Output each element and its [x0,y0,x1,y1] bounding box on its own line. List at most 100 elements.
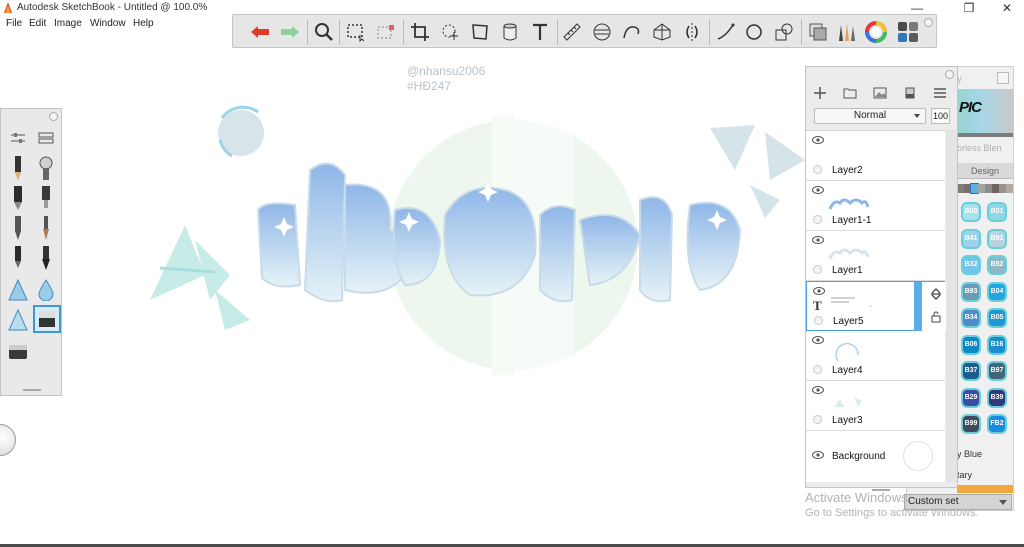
visibility-eye-icon[interactable] [812,451,824,459]
visibility-eye-icon[interactable] [812,186,824,194]
strip-swatch[interactable] [999,184,1006,193]
crop-icon[interactable] [407,20,433,44]
color-chip-fb2[interactable]: FB2 [987,414,1007,434]
tab-design[interactable]: Design [957,163,1013,179]
brush-properties-icon[interactable] [5,125,31,151]
visibility-eye-icon[interactable] [812,386,824,394]
fill-icon[interactable] [497,20,523,44]
tool-palette-grip[interactable] [23,389,41,391]
layer-move-icon[interactable] [930,288,942,300]
layer-row-layer5[interactable]: T Layer5 [806,281,946,331]
strip-swatch[interactable] [1006,184,1013,193]
ruler-icon[interactable] [559,20,585,44]
color-chip-b29[interactable]: B29 [961,387,981,408]
transform-icon[interactable] [437,20,463,44]
add-image-icon[interactable] [872,85,888,101]
stroke-icon[interactable] [713,20,739,44]
copic-close-button[interactable] [997,72,1009,84]
circle-icon[interactable] [741,20,767,44]
hard-eraser-icon[interactable] [5,339,31,365]
visibility-eye-icon[interactable] [813,287,825,295]
add-group-icon[interactable] [842,85,858,101]
pen-brush-icon[interactable] [5,215,31,241]
menu-file[interactable]: File [6,18,22,29]
color-chip-b34[interactable]: B34 [961,308,981,328]
layer-lock-icon[interactable] [813,365,822,374]
blur-drop-icon[interactable] [33,277,59,303]
color-chip-b93[interactable]: B93 [961,281,981,302]
layer-lock-icon[interactable] [813,265,822,274]
symmetry-icon[interactable] [679,20,705,44]
pencil-brush-icon[interactable] [5,155,31,181]
select-icon[interactable] [343,20,369,44]
color-wheel-icon[interactable] [863,20,889,44]
layer-row-layer3[interactable]: Layer3 [806,381,945,431]
copic-library-icon[interactable] [805,20,831,44]
airbrush-icon[interactable] [33,155,59,181]
triangle-brush-icon[interactable] [5,277,31,303]
clear-layer-icon[interactable] [902,85,918,101]
close-button[interactable]: ✕ [990,0,1024,17]
canvas-artwork[interactable] [0,33,805,473]
menu-image[interactable]: Image [54,18,82,29]
layer-row-layer1-1[interactable]: Layer1-1 [806,181,945,231]
layer-unlock-icon[interactable] [931,311,941,323]
undo-icon[interactable] [247,20,273,44]
strip-swatch[interactable] [992,184,999,193]
add-layer-icon[interactable] [812,85,828,101]
strip-swatch[interactable] [978,184,985,193]
color-chip-b41[interactable]: B41 [961,228,981,249]
menu-help[interactable]: Help [133,18,154,29]
strip-swatch[interactable] [970,183,979,194]
color-chip-b04[interactable]: B04 [987,281,1007,302]
maximize-button[interactable]: ❐ [952,0,986,17]
paintbrush-icon[interactable] [33,215,59,241]
ellipse-guide-icon[interactable] [589,20,615,44]
color-chip-b91[interactable]: B91 [987,228,1007,249]
brush-library-icon[interactable] [833,20,859,44]
strip-swatch[interactable] [957,184,964,193]
menu-window[interactable]: Window [90,18,126,29]
layer-menu-icon[interactable] [932,85,948,101]
redo-icon[interactable] [277,20,303,44]
layer-list-scrollbar[interactable] [946,130,957,482]
layer-editor-close-button[interactable] [945,70,954,79]
color-chip-b06[interactable]: B06 [961,334,981,355]
blend-mode-dropdown[interactable]: Normal [814,108,926,124]
perspective-icon[interactable] [649,20,675,44]
color-chip-b32[interactable]: B32 [961,255,981,275]
zoom-icon[interactable] [311,20,337,44]
layer-lock-icon[interactable] [814,316,823,325]
distort-icon[interactable] [467,20,493,44]
color-chip-b37[interactable]: B37 [961,361,981,381]
strip-swatch[interactable] [964,184,971,193]
french-curve-icon[interactable] [619,20,645,44]
visibility-eye-icon[interactable] [812,336,824,344]
ink-pen-icon[interactable] [5,245,31,271]
menu-edit[interactable]: Edit [29,18,46,29]
color-chip-b39[interactable]: B39 [987,387,1007,408]
color-chip-b05[interactable]: B05 [987,308,1007,328]
visibility-eye-icon[interactable] [812,236,824,244]
tool-palette-close-button[interactable] [49,112,58,121]
text-icon[interactable] [527,20,553,44]
crop-select-icon[interactable] [373,20,399,44]
smear-brush-icon[interactable] [5,307,31,333]
color-chip-b97[interactable]: B97 [987,361,1007,381]
toolbar-close-button[interactable] [924,18,933,27]
color-chip-b52[interactable]: B52 [987,255,1007,275]
background-color-swatch[interactable] [903,441,933,471]
eraser-brush-icon[interactable] [33,305,61,333]
opacity-field[interactable]: 100 [931,108,950,124]
chisel-marker-icon[interactable] [33,185,59,211]
color-chip-b00[interactable]: B00 [961,202,981,222]
fountain-pen-icon[interactable] [33,245,59,271]
layer-lock-icon[interactable] [813,415,822,424]
shapes-icon[interactable] [771,20,797,44]
brush-library-toggle-icon[interactable] [33,125,59,151]
marker-brush-icon[interactable] [5,185,31,211]
layer-row-layer1[interactable]: Layer1 [806,231,945,281]
color-chip-b16[interactable]: B16 [987,334,1007,355]
layer-row-background[interactable]: Background [806,431,945,482]
layer-row-layer2[interactable]: Layer2 [806,131,945,181]
